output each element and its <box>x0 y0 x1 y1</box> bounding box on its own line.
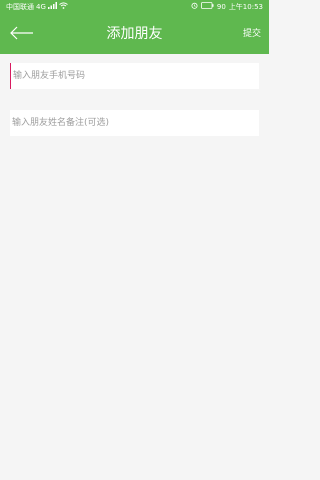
battery-level: 90 <box>216 3 226 11</box>
alarm-icon <box>191 0 198 14</box>
battery-icon <box>200 0 214 14</box>
carrier-label: 中国联通 <box>6 3 34 11</box>
page-title: 添加朋友 <box>106 26 163 42</box>
phone-number-input[interactable] <box>10 63 259 89</box>
status-right: 90 上午10:53 <box>191 0 263 14</box>
status-left: 中国联通 4G <box>6 0 68 14</box>
status-bar: 中国联通 4G 90 上午10:53 <box>0 0 269 14</box>
network-type-label: 4G <box>36 3 46 11</box>
form-area <box>0 54 269 480</box>
friend-name-input[interactable] <box>10 110 259 136</box>
wifi-icon <box>59 0 68 14</box>
back-button[interactable] <box>8 22 36 46</box>
signal-icon <box>47 0 57 14</box>
clock: 上午10:53 <box>228 3 263 11</box>
arrow-left-icon <box>10 25 34 44</box>
submit-button[interactable]: 提交 <box>243 14 261 54</box>
app-bar: 添加朋友 提交 <box>0 14 269 54</box>
